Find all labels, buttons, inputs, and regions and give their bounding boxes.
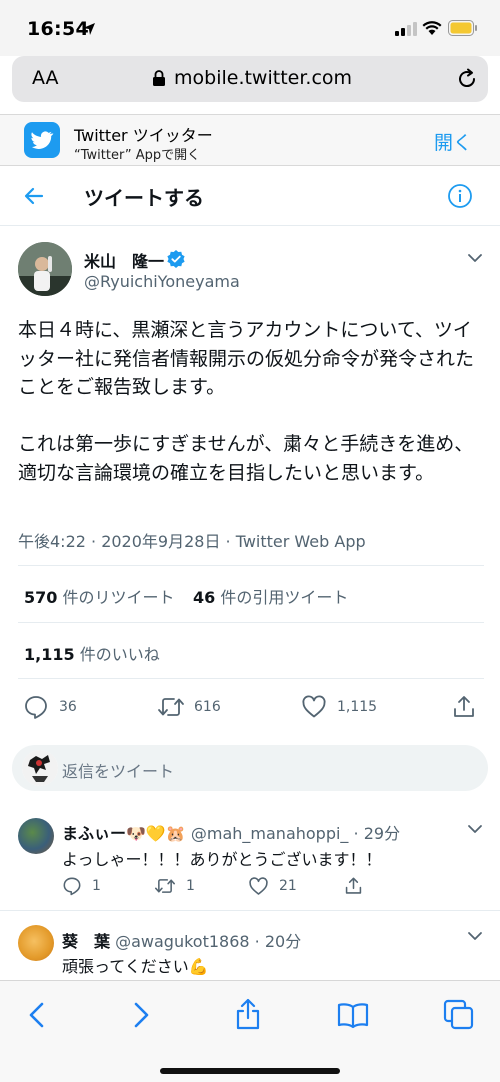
- status-bar: 16:54: [0, 0, 500, 56]
- reply-header: 葵 葉 @awagukot1868 · 20分: [62, 928, 301, 952]
- lock-icon: [153, 70, 165, 86]
- reply-reply-count: 1: [92, 878, 101, 894]
- chevron-down-icon[interactable]: [467, 823, 483, 835]
- reply-text: よっしゃー！！！ありがとうございます！！: [62, 850, 382, 869]
- cellular-signal-icon: [395, 22, 417, 36]
- twitter-bird-icon: [31, 131, 54, 149]
- share-icon[interactable]: [344, 876, 363, 896]
- reply-author-avatar[interactable]: [18, 818, 54, 854]
- current-user-avatar: [22, 750, 58, 786]
- retweet-icon[interactable]: [154, 876, 176, 896]
- verified-badge-icon: [167, 250, 185, 268]
- like-count-label: 件のいいね: [79, 645, 160, 664]
- author-handle[interactable]: @RyuichiYoneyama: [84, 272, 240, 291]
- page-title: ツイートする: [84, 186, 204, 210]
- reply-placeholder: 返信をツイート: [62, 762, 175, 781]
- back-arrow-icon[interactable]: [22, 184, 46, 208]
- reply-retweet-count: 1: [186, 878, 195, 894]
- wifi-icon: [422, 21, 442, 35]
- app-banner: Twitter ツイッター “Twitter” Appで開く 開く: [0, 114, 500, 166]
- tweet-text: 本日４時に、黒瀬深と言うアカウントについて、ツイッター社に発信者情報開示の仮処分…: [18, 319, 475, 484]
- address-bar[interactable]: AA mobile.twitter.com: [12, 56, 488, 102]
- browser-toolbar: [0, 980, 500, 1082]
- reply-icon[interactable]: [23, 694, 49, 720]
- like-count: 1,115: [24, 645, 75, 664]
- reply-text: 頑張ってください💪: [62, 957, 209, 976]
- bookmarks-icon[interactable]: [337, 1001, 369, 1029]
- status-time: 16:54: [27, 18, 89, 40]
- reply-time[interactable]: · 29分: [354, 824, 401, 843]
- url-text: mobile.twitter.com: [174, 67, 353, 89]
- info-icon[interactable]: [447, 183, 473, 209]
- reply-author-name[interactable]: 葵 葉: [62, 932, 110, 951]
- reload-icon[interactable]: [456, 68, 478, 90]
- author-avatar[interactable]: [18, 242, 72, 296]
- browser-share-icon[interactable]: [234, 997, 262, 1031]
- like-count-stat[interactable]: 1,115 件のいいね: [24, 641, 160, 665]
- reply-author-handle[interactable]: @awagukot1868: [115, 932, 249, 951]
- divider: [18, 678, 484, 679]
- chevron-down-icon[interactable]: [467, 252, 483, 264]
- reply-composer[interactable]: 返信をツイート: [12, 745, 488, 791]
- retweet-count-stat[interactable]: 570 件のリツイート: [24, 584, 175, 608]
- retweet-count-label: 件のリツイート: [62, 588, 175, 607]
- like-heart-icon[interactable]: [301, 695, 327, 719]
- tweet-timestamp[interactable]: 午後4:22 · 2020年9月28日 · Twitter Web App: [18, 528, 366, 552]
- banner-subtitle: “Twitter” Appで開く: [74, 148, 201, 163]
- like-action-count: 1,115: [337, 699, 378, 715]
- text-size-button[interactable]: AA: [32, 67, 59, 89]
- reply-time[interactable]: · 20分: [255, 932, 302, 951]
- tweet-header: ツイートする: [0, 166, 500, 226]
- retweet-count: 570: [24, 588, 58, 607]
- retweet-action-count: 616: [194, 699, 221, 715]
- reply-count: 36: [59, 699, 77, 715]
- open-in-app-button[interactable]: 開く: [434, 128, 472, 155]
- avatar-photo: [18, 242, 72, 296]
- like-heart-icon[interactable]: [248, 877, 269, 896]
- chevron-down-icon[interactable]: [467, 930, 483, 942]
- user-avatar-icon: [22, 750, 58, 786]
- quote-count-label: 件の引用ツイート: [220, 588, 349, 607]
- quote-count-stat[interactable]: 46 件の引用ツイート: [193, 584, 348, 608]
- divider: [0, 910, 500, 911]
- reply-like-count: 21: [279, 878, 297, 894]
- location-arrow-icon: [83, 23, 95, 35]
- quote-count: 46: [193, 588, 216, 607]
- tabs-icon[interactable]: [443, 999, 475, 1031]
- browser-back-icon[interactable]: [26, 1001, 48, 1029]
- battery-icon: [448, 20, 477, 36]
- retweet-icon[interactable]: [157, 694, 185, 720]
- browser-forward-icon[interactable]: [130, 1001, 152, 1029]
- reply-author-name[interactable]: まふぃー🐶💛🐹: [62, 824, 186, 843]
- divider: [18, 565, 484, 566]
- share-icon[interactable]: [452, 694, 476, 720]
- reply-author-avatar[interactable]: [18, 925, 54, 961]
- reply-icon[interactable]: [62, 876, 82, 896]
- divider: [18, 622, 484, 623]
- reply-author-handle[interactable]: @mah_manahoppi_: [191, 824, 349, 843]
- reply-header: まふぃー🐶💛🐹 @mah_manahoppi_ · 29分: [62, 820, 400, 844]
- home-indicator: [160, 1068, 340, 1074]
- banner-app-title: Twitter ツイッター: [74, 126, 213, 145]
- author-name[interactable]: 米山 隆一: [84, 248, 164, 272]
- twitter-app-icon: [24, 122, 60, 158]
